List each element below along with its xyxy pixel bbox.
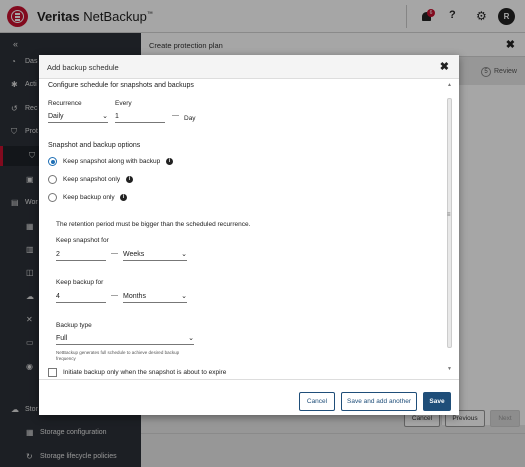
add-backup-schedule-dialog: Add backup schedule ✖ Configure schedule… bbox=[39, 55, 459, 415]
dash-separator: — bbox=[111, 250, 118, 257]
scroll-up-icon[interactable]: ▲ bbox=[447, 82, 452, 88]
chevron-down-icon: ⌄ bbox=[181, 251, 187, 258]
info-icon[interactable]: i bbox=[166, 158, 173, 165]
scrollbar-thumb[interactable] bbox=[447, 98, 452, 348]
dash-separator: — bbox=[111, 292, 118, 299]
keep-snapshot-label: Keep snapshot for bbox=[56, 237, 109, 244]
radio-keep-snapshot-with-backup[interactable] bbox=[48, 157, 57, 166]
scroll-down-icon[interactable]: ▼ bbox=[447, 366, 452, 372]
chevron-down-icon: ⌄ bbox=[181, 293, 187, 300]
backup-type-label: Backup type bbox=[56, 322, 92, 329]
option-label[interactable]: Keep snapshot along with backup bbox=[63, 158, 160, 165]
every-label: Every bbox=[115, 100, 132, 107]
option-label[interactable]: Keep backup only bbox=[63, 194, 115, 201]
dialog-body: Configure schedule for snapshots and bac… bbox=[39, 79, 459, 379]
option-label[interactable]: Keep snapshot only bbox=[63, 176, 120, 183]
initiate-backup-label[interactable]: Initiate backup only when the snapshot i… bbox=[63, 369, 226, 376]
every-input[interactable]: 1 bbox=[115, 113, 165, 123]
keep-backup-unit-select[interactable]: Months ⌄ bbox=[123, 293, 187, 303]
keep-snapshot-input[interactable]: 2 bbox=[56, 251, 106, 261]
keep-backup-label: Keep backup for bbox=[56, 279, 104, 286]
chevron-down-icon: ⌄ bbox=[102, 113, 108, 120]
dialog-header: Add backup schedule ✖ bbox=[39, 55, 459, 79]
cancel-button[interactable]: Cancel bbox=[299, 392, 335, 411]
dialog-subtitle: Configure schedule for snapshots and bac… bbox=[48, 82, 194, 89]
every-unit: Day bbox=[184, 115, 196, 122]
dialog-close-icon[interactable]: ✖ bbox=[440, 60, 449, 73]
recurrence-select[interactable]: Daily ⌄ bbox=[48, 113, 108, 123]
backup-type-help: NetBackup generates full schedule to ach… bbox=[56, 350, 180, 355]
radio-keep-snapshot-only[interactable] bbox=[48, 175, 57, 184]
scroll-grip-icon: ≡ bbox=[447, 212, 451, 218]
backup-type-help: frequency bbox=[56, 356, 76, 361]
chevron-down-icon: ⌄ bbox=[188, 335, 194, 342]
save-and-add-another-button[interactable]: Save and add another bbox=[341, 392, 417, 411]
dialog-title: Add backup schedule bbox=[47, 63, 119, 72]
keep-backup-input[interactable]: 4 bbox=[56, 293, 106, 303]
dialog-scrollbar[interactable]: ▲ ≡ ▼ bbox=[446, 82, 453, 372]
retention-note: The retention period must be bigger than… bbox=[56, 221, 251, 228]
info-icon[interactable]: i bbox=[120, 194, 127, 201]
dialog-footer: Cancel Save and add another Save bbox=[39, 379, 459, 415]
initiate-backup-checkbox[interactable] bbox=[48, 368, 57, 377]
keep-snapshot-unit-select[interactable]: Weeks ⌄ bbox=[123, 251, 187, 261]
dash-separator: — bbox=[172, 112, 179, 119]
radio-keep-backup-only[interactable] bbox=[48, 193, 57, 202]
backup-type-select[interactable]: Full ⌄ bbox=[56, 335, 194, 345]
info-icon[interactable]: i bbox=[126, 176, 133, 183]
save-button[interactable]: Save bbox=[423, 392, 451, 411]
snapshot-options-heading: Snapshot and backup options bbox=[48, 142, 141, 149]
recurrence-label: Recurrence bbox=[48, 100, 82, 107]
